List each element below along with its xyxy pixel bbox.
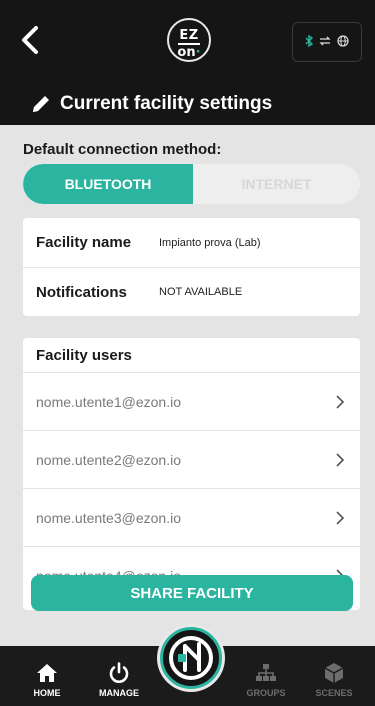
bluetooth-option[interactable]: BLUETOOTH [23, 164, 193, 204]
user-list-item[interactable]: nome.utente3@ezon.io [23, 488, 360, 546]
facility-name-row[interactable]: Facility name Impianto prova (Lab) [23, 218, 360, 267]
power-icon [109, 662, 129, 683]
nav-groups[interactable]: GROUPS [241, 646, 291, 706]
user-email: nome.utente1@ezon.io [36, 393, 181, 410]
user-list-item[interactable]: nome.utente2@ezon.io [23, 430, 360, 488]
nav-manage[interactable]: MANAGE [94, 646, 144, 706]
hierarchy-icon [256, 664, 276, 681]
nav-home[interactable]: HOME [22, 646, 72, 706]
connection-method-toggle: BLUETOOTH INTERNET [23, 164, 360, 204]
pencil-icon [33, 96, 49, 112]
globe-icon [337, 35, 349, 49]
top-bar: EZ on· [0, 0, 375, 83]
share-facility-button[interactable]: SHARE FACILITY [31, 575, 353, 611]
chevron-right-icon [334, 394, 346, 410]
notifications-label: Notifications [36, 283, 127, 301]
facility-users-title: Facility users [36, 346, 132, 364]
user-email: nome.utente2@ezon.io [36, 451, 181, 468]
connection-status[interactable] [292, 22, 362, 62]
user-email: nome.utente3@ezon.io [36, 509, 181, 526]
nav-manage-label: MANAGE [99, 688, 139, 698]
user-list-item[interactable]: nome.utente1@ezon.io [23, 372, 360, 430]
nav-scenes[interactable]: SCENES [309, 646, 359, 706]
page-header: Current facility settings [0, 83, 375, 125]
facility-info-card: Facility name Impianto prova (Lab) Notif… [23, 218, 360, 316]
nav-scenes-label: SCENES [315, 688, 353, 698]
facility-users-card: Facility users nome.utente1@ezon.io nome… [23, 338, 360, 610]
cube-icon [324, 663, 344, 683]
switch-icon [319, 36, 331, 48]
ezon-power-icon [169, 636, 213, 680]
internet-option[interactable]: INTERNET [193, 164, 360, 204]
connection-method-label: Default connection method: [23, 141, 222, 158]
app-logo: EZ on· [167, 18, 211, 62]
nav-groups-label: GROUPS [246, 688, 286, 698]
home-icon [37, 664, 57, 682]
chevron-left-icon [22, 26, 38, 54]
back-button[interactable] [16, 22, 44, 58]
center-action-button[interactable] [160, 627, 222, 689]
page-title: Current facility settings [60, 93, 273, 114]
facility-name-value: Impianto prova (Lab) [159, 236, 261, 249]
notifications-row: Notifications NOT AVAILABLE [23, 267, 360, 316]
logo-line1: EZ [179, 28, 199, 43]
nav-home-label: HOME [33, 688, 61, 698]
facility-name-label: Facility name [36, 234, 132, 251]
logo-line2: on· [177, 45, 201, 60]
chevron-right-icon [334, 452, 346, 468]
chevron-right-icon [334, 510, 346, 526]
notifications-value: NOT AVAILABLE [159, 286, 243, 298]
bluetooth-icon [305, 34, 314, 49]
